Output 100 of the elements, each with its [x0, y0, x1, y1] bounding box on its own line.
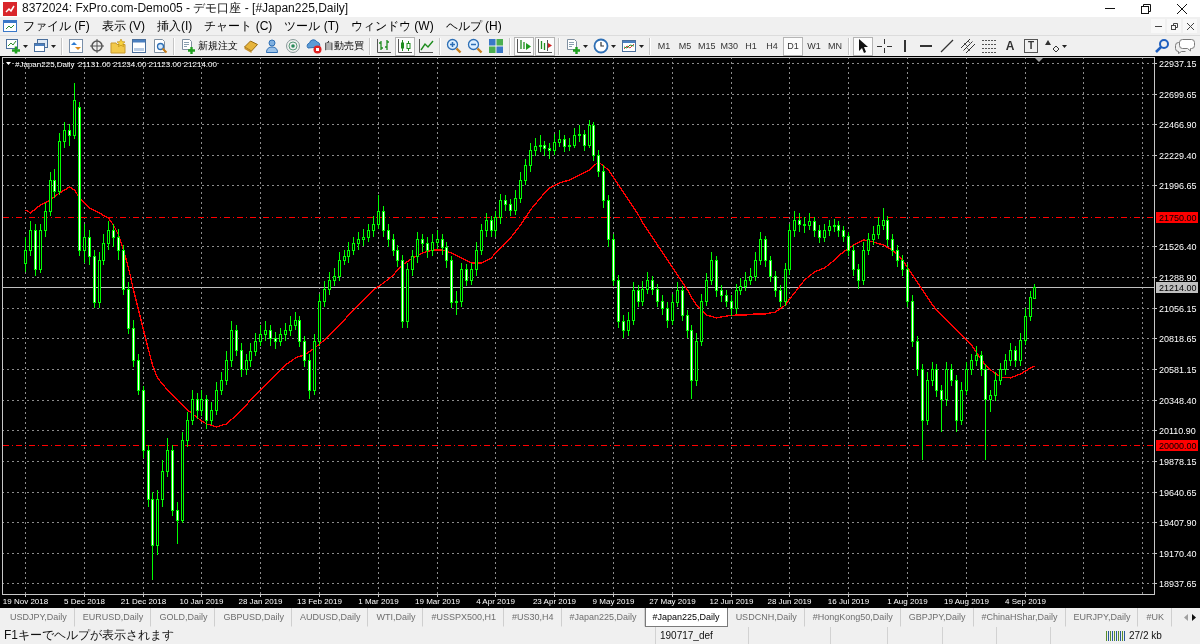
person-icon: [264, 38, 280, 54]
menu-item[interactable]: ツール (T): [278, 18, 345, 34]
candle: [681, 285, 684, 322]
timeframe-button[interactable]: W1: [804, 36, 825, 56]
candle: [646, 271, 649, 295]
menu-item[interactable]: ウィンドウ (W): [345, 18, 440, 34]
restore-button[interactable]: [1167, 19, 1181, 33]
candle: [945, 361, 948, 407]
timeframe-button[interactable]: H1: [741, 36, 762, 56]
panel-window-icon: [131, 38, 147, 54]
window-icon: [3, 19, 17, 33]
tile-windows-icon: [488, 38, 504, 54]
cursor-button[interactable]: [853, 36, 874, 56]
new-order-button[interactable]: 新規注文: [178, 36, 240, 56]
text-button[interactable]: A: [1000, 36, 1021, 56]
shapes-icon: [1044, 38, 1061, 54]
crosshair-button[interactable]: [874, 36, 895, 56]
chart-plus-icon: [5, 38, 21, 54]
candle: [842, 225, 845, 243]
candle: [279, 327, 282, 347]
chat-button[interactable]: [1173, 36, 1197, 56]
date-axis-label: 10 Jan 2019: [179, 597, 224, 606]
bar-chart-button[interactable]: [374, 36, 394, 56]
tile-windows-button[interactable]: [486, 36, 506, 56]
menu-item[interactable]: ヘルプ (H): [439, 18, 508, 34]
timeframe-button[interactable]: D1: [783, 36, 804, 56]
price-axis-label: 22229.40: [1159, 150, 1197, 161]
candlestick-icon: [397, 38, 413, 54]
restore-icon: [1141, 3, 1151, 14]
candle: [534, 137, 537, 157]
toolbar-button[interactable]: [87, 36, 107, 56]
candle: [205, 394, 208, 430]
candle: [480, 223, 483, 256]
candle: [573, 127, 576, 149]
candle: [230, 320, 233, 368]
periods-button[interactable]: [591, 36, 618, 56]
menu-item[interactable]: 表示 (V): [95, 18, 151, 34]
candle: [901, 254, 904, 277]
new-chart-button[interactable]: [3, 36, 30, 56]
caret-icon: [1062, 44, 1068, 48]
menu-item[interactable]: 挿入(I): [151, 18, 199, 34]
zoom-in-button[interactable]: [444, 36, 464, 56]
candle: [1019, 332, 1022, 367]
candle: [975, 345, 978, 367]
toolbar-button[interactable]: [66, 36, 86, 56]
candle: [436, 229, 439, 250]
price-axis-label: 19407.90: [1159, 517, 1197, 528]
candle: [161, 459, 164, 508]
toolbar-button[interactable]: [283, 36, 303, 56]
toolbar-button[interactable]: [129, 36, 149, 56]
timeframe-button[interactable]: H4: [762, 36, 783, 56]
timeframe-button[interactable]: M30: [718, 36, 741, 56]
timeframe-button[interactable]: MN: [825, 36, 846, 56]
price-axis-label: 20818.65: [1159, 333, 1197, 344]
candle: [475, 241, 478, 277]
price-axis-label: 19170.40: [1159, 548, 1197, 559]
candle: [24, 236, 27, 273]
line-chart-button[interactable]: [416, 36, 436, 56]
timeframe-button[interactable]: M5: [675, 36, 695, 56]
document-plus-icon: [180, 38, 196, 54]
shift-marker-icon[interactable]: [1035, 58, 1043, 62]
candle: [661, 294, 664, 316]
candle: [93, 249, 96, 309]
dropdown-triangle-icon[interactable]: [6, 62, 11, 65]
price-tag: 21750.00: [1156, 211, 1198, 223]
timeframe-button[interactable]: M1: [654, 36, 674, 56]
auto-scroll-button[interactable]: [514, 36, 534, 56]
candle: [1009, 342, 1012, 367]
auto-trading-button[interactable]: 自動売買: [304, 36, 366, 56]
date-axis-label: 4 Apr 2019: [476, 597, 515, 606]
chart-shift-button[interactable]: [535, 36, 555, 56]
minimize-button[interactable]: [1151, 19, 1165, 33]
candle: [455, 290, 458, 316]
menu-item[interactable]: チャート (C): [198, 18, 279, 34]
profile-label: 190717_def: [660, 630, 713, 641]
ohlc-bars-icon: [376, 38, 392, 54]
date-axis-label: 1 Mar 2019: [358, 597, 399, 606]
candle: [240, 342, 243, 378]
candle: [156, 489, 159, 556]
candle: [176, 501, 179, 545]
stacked-windows-icon: [33, 38, 49, 54]
candle: [58, 132, 61, 196]
candle: [725, 289, 728, 308]
close-button[interactable]: [1183, 19, 1197, 33]
menu-item[interactable]: ファイル (F): [17, 18, 96, 34]
candle: [779, 284, 782, 308]
date-axis-label: 19 Nov 2018: [2, 597, 49, 606]
candle: [705, 272, 708, 307]
timeframe-button[interactable]: M15: [696, 36, 718, 56]
candle: [529, 142, 532, 173]
candle: [764, 235, 767, 268]
candle: [622, 314, 625, 339]
candle: [29, 220, 32, 257]
candlestick-chart-button[interactable]: [395, 36, 415, 56]
candle: [519, 171, 522, 204]
chart-tab[interactable]: #Japan225,Daily: [644, 608, 728, 627]
zoom-out-button[interactable]: [465, 36, 485, 56]
candle: [166, 437, 169, 478]
candle: [191, 389, 194, 426]
candle: [578, 124, 581, 143]
